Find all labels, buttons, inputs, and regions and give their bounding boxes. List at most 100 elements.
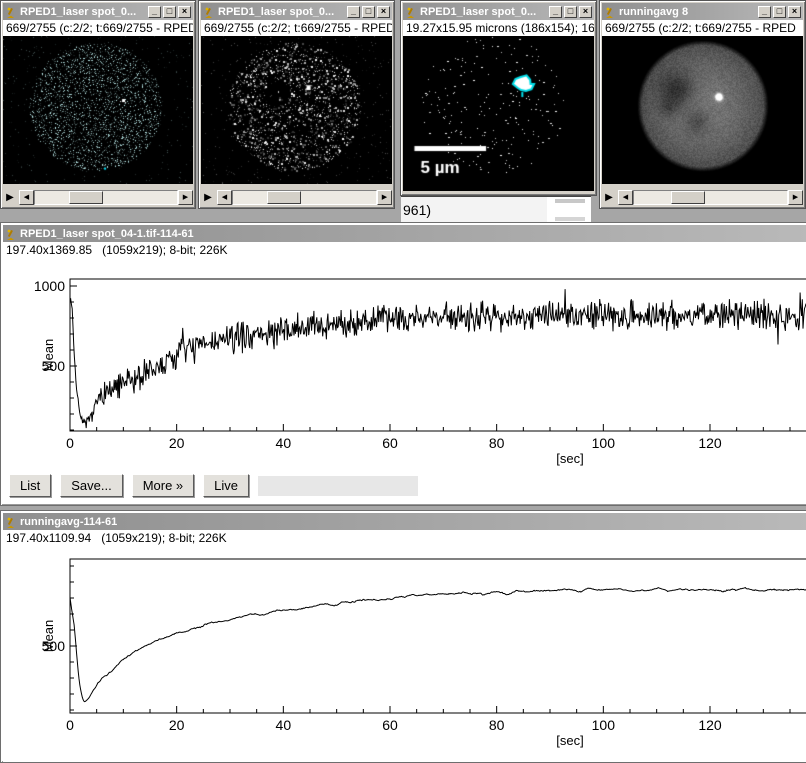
scrollbar-thumb[interactable] xyxy=(671,191,705,204)
scrollbar-track[interactable] xyxy=(34,190,178,205)
play-icon[interactable]: ▶ xyxy=(3,192,17,203)
frame-scrollbar[interactable]: ◀ ▶ xyxy=(217,189,392,205)
scroll-right-icon[interactable]: ▶ xyxy=(377,190,392,205)
svg-text:[sec]: [sec] xyxy=(556,451,583,466)
scroll-right-icon[interactable]: ▶ xyxy=(178,190,193,205)
window-title: RPED1_laser spot_04-1.tif-114-61 xyxy=(20,228,806,240)
play-icon[interactable]: ▶ xyxy=(201,192,215,203)
title-bar[interactable]: runningavg-114-61 xyxy=(3,513,806,530)
maximize-icon[interactable]: □ xyxy=(163,6,176,18)
imagej-icon xyxy=(5,6,17,18)
window-title: RPED1_laser spot_0... xyxy=(218,6,344,18)
plot-canvas[interactable]: 0204060801001205001000[sec]Mean xyxy=(3,258,806,470)
status-text: 669/2755 (c:2/2; t:669/2755 - RPED xyxy=(3,20,193,36)
minimize-icon[interactable]: _ xyxy=(758,6,771,18)
svg-text:80: 80 xyxy=(489,435,505,451)
svg-text:Mean: Mean xyxy=(41,339,56,372)
svg-text:40: 40 xyxy=(276,435,292,451)
imagej-icon xyxy=(5,516,17,528)
window-laser-spot-2[interactable]: RPED1_laser spot_0... _ □ × 669/2755 (c:… xyxy=(198,0,395,209)
window-title: RPED1_laser spot_0... xyxy=(20,6,145,18)
title-bar[interactable]: RPED1_laser spot_0... _ □ × xyxy=(403,3,594,20)
status-text: 669/2755 (c:2/2; t:669/2755 - RPED xyxy=(201,20,392,36)
title-bar[interactable]: RPED1_laser spot_04-1.tif-114-61 xyxy=(3,225,806,242)
live-button[interactable]: Live xyxy=(203,474,249,497)
play-icon[interactable]: ▶ xyxy=(602,192,616,203)
scrollbar-track[interactable] xyxy=(633,190,788,205)
svg-text:Mean: Mean xyxy=(41,620,56,653)
scrollbar-track[interactable] xyxy=(232,190,377,205)
status-text: 669/2755 (c:2/2; t:669/2755 - RPED xyxy=(602,20,803,36)
scroll-right-icon[interactable]: ▶ xyxy=(788,190,803,205)
title-bar[interactable]: RPED1_laser spot_0... _ □ × xyxy=(3,3,193,20)
window-runningavg-8[interactable]: runningavg 8 _ □ × 669/2755 (c:2/2; t:66… xyxy=(599,0,806,209)
scrollbar-thumb[interactable] xyxy=(267,191,301,204)
close-icon[interactable]: × xyxy=(178,6,191,18)
window-plot-raw[interactable]: RPED1_laser spot_04-1.tif-114-61 197.40x… xyxy=(0,222,806,506)
svg-text:120: 120 xyxy=(698,717,722,733)
svg-text:0: 0 xyxy=(66,435,74,451)
svg-text:100: 100 xyxy=(592,435,616,451)
save-button[interactable]: Save... xyxy=(60,474,122,497)
title-bar[interactable]: RPED1_laser spot_0... _ □ × xyxy=(201,3,392,20)
close-icon[interactable]: × xyxy=(579,6,592,18)
close-icon[interactable]: × xyxy=(788,6,801,18)
plot-button-row: List Save... More » Live xyxy=(9,474,418,497)
imagej-icon xyxy=(405,6,417,18)
svg-text:60: 60 xyxy=(382,435,398,451)
background-window-text: 961) xyxy=(403,202,431,218)
svg-text:1000: 1000 xyxy=(34,278,65,294)
background-window[interactable]: 961) xyxy=(401,196,591,223)
background-scrollbar-thumb[interactable] xyxy=(555,199,585,203)
status-text: 197.40x1109.94 (1059x219); 8-bit; 226K xyxy=(3,530,806,546)
imagej-icon xyxy=(604,6,616,18)
svg-text:20: 20 xyxy=(169,435,185,451)
svg-text:20: 20 xyxy=(169,717,185,733)
image-canvas[interactable] xyxy=(201,36,392,184)
status-text: 197.40x1369.85 (1059x219); 8-bit; 226K xyxy=(3,242,806,258)
window-title: runningavg 8 xyxy=(619,6,755,18)
scrollbar-thumb[interactable] xyxy=(69,191,103,204)
window-laser-spot-1[interactable]: RPED1_laser spot_0... _ □ × 669/2755 (c:… xyxy=(0,0,196,209)
image-canvas[interactable] xyxy=(3,36,193,184)
svg-text:100: 100 xyxy=(592,717,616,733)
window-title: runningavg-114-61 xyxy=(20,516,806,528)
frame-scrollbar[interactable]: ◀ ▶ xyxy=(19,189,193,205)
maximize-icon[interactable]: □ xyxy=(564,6,577,18)
background-scrollbar-thumb-2[interactable] xyxy=(555,217,585,221)
frame-control-bar: ▶ ◀ ▶ xyxy=(602,184,803,208)
plot-region: 0204060801001205001000[sec]Mean List Sav… xyxy=(3,258,806,503)
scroll-left-icon[interactable]: ◀ xyxy=(19,190,34,205)
frame-control-bar: ▶ ◀ ▶ xyxy=(3,184,193,208)
svg-text:0: 0 xyxy=(66,717,74,733)
image-canvas[interactable] xyxy=(602,36,803,184)
minimize-icon[interactable]: _ xyxy=(549,6,562,18)
minimize-icon[interactable]: _ xyxy=(148,6,161,18)
svg-text:[sec]: [sec] xyxy=(556,733,583,748)
more-button[interactable]: More » xyxy=(132,474,194,497)
close-icon[interactable]: × xyxy=(377,6,390,18)
plot-canvas[interactable]: 020406080100120500[sec]Mean xyxy=(3,546,806,763)
svg-text:60: 60 xyxy=(382,717,398,733)
window-plot-runningavg[interactable]: runningavg-114-61 197.40x1109.94 (1059x2… xyxy=(0,510,806,763)
frame-scrollbar[interactable]: ◀ ▶ xyxy=(618,189,803,205)
scroll-left-icon[interactable]: ◀ xyxy=(618,190,633,205)
scroll-left-icon[interactable]: ◀ xyxy=(217,190,232,205)
svg-text:40: 40 xyxy=(276,717,292,733)
plot-region: 020406080100120500[sec]Mean xyxy=(3,546,806,763)
title-bar[interactable]: runningavg 8 _ □ × xyxy=(602,3,803,20)
status-text: 19.27x15.95 microns (186x154); 16 xyxy=(403,20,594,36)
window-title: RPED1_laser spot_0... xyxy=(420,6,546,18)
imagej-icon xyxy=(203,6,215,18)
list-button[interactable]: List xyxy=(9,474,51,497)
minimize-icon[interactable]: _ xyxy=(347,6,360,18)
frame-control-bar: ▶ ◀ ▶ xyxy=(201,184,392,208)
desktop: RPED1_laser spot_0... _ □ × 669/2755 (c:… xyxy=(0,0,806,763)
coordinate-readout xyxy=(258,476,418,496)
maximize-icon[interactable]: □ xyxy=(362,6,375,18)
svg-text:120: 120 xyxy=(698,435,722,451)
maximize-icon[interactable]: □ xyxy=(773,6,786,18)
window-laser-spot-3[interactable]: RPED1_laser spot_0... _ □ × 19.27x15.95 … xyxy=(400,0,597,196)
image-canvas[interactable] xyxy=(403,36,594,191)
imagej-icon xyxy=(5,228,17,240)
